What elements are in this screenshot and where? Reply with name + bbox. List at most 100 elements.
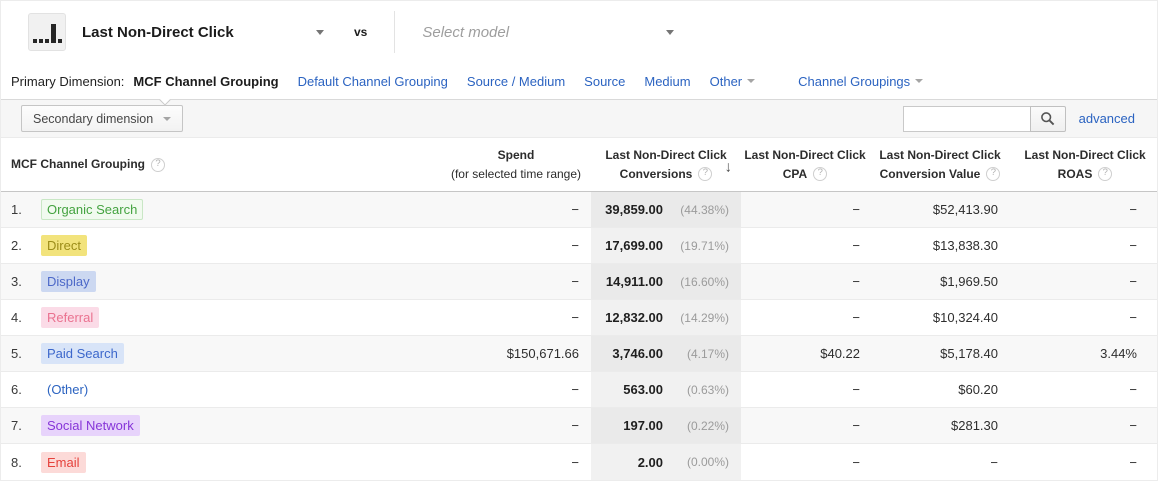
table-row: 2. Direct − 17,699.00 (19.71%) − $13,838.30 − <box>1 228 1157 264</box>
search-input[interactable] <box>902 105 1031 132</box>
row-index: 8. <box>11 454 22 470</box>
tab-label: Source <box>584 73 626 89</box>
cpa-cell: − <box>852 310 860 325</box>
column-header-conversions[interactable]: Last Non-Direct Click Conversions ? ↓ <box>591 138 741 191</box>
row-index: 7. <box>11 418 22 433</box>
search-button[interactable] <box>1029 105 1066 132</box>
model-selector-bar: Last Non-Direct Click vs Select model <box>1 1 1157 63</box>
conversions-value: 12,832.00 <box>605 310 663 325</box>
cpa-cell: $40.22 <box>820 346 860 361</box>
conversion-value-cell: $281.30 <box>951 418 998 433</box>
secondary-dimension-label: Secondary dimension <box>33 111 154 126</box>
column-header-label: Last Non-Direct Click <box>879 147 1001 162</box>
spend-cell: − <box>571 274 579 289</box>
help-icon[interactable]: ? <box>986 166 1001 181</box>
roas-cell: − <box>1129 274 1137 289</box>
roas-cell: − <box>1129 238 1137 253</box>
secondary-dimension-button[interactable]: Secondary dimension <box>21 105 184 132</box>
cpa-cell: − <box>852 454 860 470</box>
primary-dimension-tab-source[interactable]: Source <box>584 74 625 89</box>
column-header-label: Last Non-Direct Click <box>744 147 866 162</box>
channel-label-other: (Other) <box>47 382 89 397</box>
table-row: 5. Paid Search $150,671.66 3,746.00 (4.17%) $… <box>1 336 1157 372</box>
row-index: 2. <box>11 238 22 253</box>
conversions-percent: (16.60%) <box>680 274 729 289</box>
table-row: 7. Social Network − 197.00 (0.22%) − $281.30 − <box>1 408 1157 444</box>
column-header-conversion-value[interactable]: Last Non-Direct Click Conversion Value ? <box>869 138 1011 191</box>
column-header-label: Last Non-Direct Click <box>1024 147 1146 162</box>
table-row: 8. Email − 2.00 (0.00%) − − − <box>1 444 1157 480</box>
help-icon[interactable]: ? <box>1098 166 1113 181</box>
spend-cell: − <box>571 238 579 253</box>
conversions-percent: (14.29%) <box>680 310 729 325</box>
table-row: 3. Display − 14,911.00 (16.60%) − $1,969.50 − <box>1 264 1157 300</box>
tab-label: Default Channel Grouping <box>297 73 448 89</box>
help-icon[interactable]: ? <box>151 157 165 172</box>
channel-label-direct: Direct <box>41 235 87 256</box>
spend-cell: − <box>571 454 579 470</box>
spend-cell: − <box>571 418 579 433</box>
help-icon[interactable]: ? <box>698 166 713 181</box>
row-index: 6. <box>11 382 22 397</box>
roas-cell: − <box>1129 202 1137 217</box>
conversion-value-cell: $5,178.40 <box>940 346 998 361</box>
model-icon-dot <box>38 39 43 43</box>
roas-cell: − <box>1129 310 1137 325</box>
channel-label-email: Email <box>41 451 86 473</box>
tab-label: MCF Channel Grouping <box>133 73 279 89</box>
table-row: 6. (Other) − 563.00 (0.63%) − $60.20 − <box>1 372 1157 408</box>
primary-model-selector[interactable]: Last Non-Direct Click <box>82 24 324 41</box>
comparison-model-selector[interactable]: Select model <box>422 23 675 41</box>
row-index: 3. <box>11 274 22 289</box>
primary-dimension-tab-default-channel-grouping[interactable]: Default Channel Grouping <box>298 74 448 89</box>
column-header-channel[interactable]: MCF Channel Grouping ? <box>1 138 441 191</box>
table-row: 1. Organic Search − 39,859.00 (44.38%) − $52,4… <box>1 192 1157 228</box>
model-icon-dot <box>44 39 49 43</box>
select-model-placeholder: Select model <box>422 23 510 41</box>
primary-dimension-tab-mcf-channel-grouping[interactable]: MCF Channel Grouping <box>133 74 278 89</box>
row-index: 1. <box>11 202 22 217</box>
table-toolbar: Secondary dimension advanced <box>1 100 1157 138</box>
primary-dimension-tab-channel-groupings[interactable]: Channel Groupings <box>798 73 924 89</box>
channel-label-paid-search: Paid Search <box>41 343 124 364</box>
primary-dimension-bar: Primary Dimension: MCF Channel Grouping D… <box>1 63 1157 106</box>
conversions-value: 17,699.00 <box>605 238 663 253</box>
tab-label: Medium <box>644 73 691 89</box>
chevron-down-icon <box>666 29 675 35</box>
channel-label-display: Display <box>41 271 96 292</box>
channel-cell: 3. Display <box>1 264 441 299</box>
spend-cell: $150,671.66 <box>506 346 579 361</box>
conversions-percent: (0.22%) <box>686 418 729 433</box>
spend-cell: − <box>571 382 579 397</box>
conversions-percent: (44.38%) <box>680 202 729 217</box>
conversions-cell: 12,832.00 (14.29%) <box>591 300 741 335</box>
column-header-spend[interactable]: Spend (for selected time range) <box>441 138 591 191</box>
help-icon[interactable]: ? <box>813 166 828 181</box>
channel-cell: 5. Paid Search <box>1 336 441 371</box>
sort-descending-icon: ↓ <box>724 158 733 176</box>
search-icon <box>1041 112 1055 126</box>
primary-dimension-tab-medium[interactable]: Medium <box>644 74 690 89</box>
column-header-roas[interactable]: Last Non-Direct Click ROAS ? <box>1011 138 1157 191</box>
table-header-row: MCF Channel Grouping ? Spend (for select… <box>1 138 1157 192</box>
cpa-cell: − <box>852 274 860 289</box>
advanced-search-link[interactable]: advanced <box>1079 111 1135 126</box>
spend-cell: − <box>571 202 579 217</box>
tab-label: Other <box>709 73 743 89</box>
primary-dimension-tab-source-medium[interactable]: Source / Medium <box>467 74 565 89</box>
conversions-cell: 3,746.00 (4.17%) <box>591 336 741 371</box>
column-header-sublabel: Conversion Value <box>879 166 981 181</box>
chevron-down-icon <box>316 29 324 35</box>
conversion-value-cell: $13,838.30 <box>932 238 998 253</box>
conversions-percent: (4.17%) <box>686 346 729 361</box>
row-index: 4. <box>11 310 22 325</box>
vertical-divider <box>394 11 396 53</box>
tab-label: Channel Groupings <box>798 73 911 89</box>
column-header-cpa[interactable]: Last Non-Direct Click CPA ? <box>741 138 869 191</box>
channel-cell: 2. Direct <box>1 228 441 263</box>
vs-label: vs <box>354 25 368 39</box>
table-search-area: advanced <box>902 105 1135 132</box>
channel-cell: 4. Referral <box>1 300 441 335</box>
primary-dimension-tab-other[interactable]: Other <box>710 74 756 89</box>
cpa-cell: − <box>852 202 860 217</box>
